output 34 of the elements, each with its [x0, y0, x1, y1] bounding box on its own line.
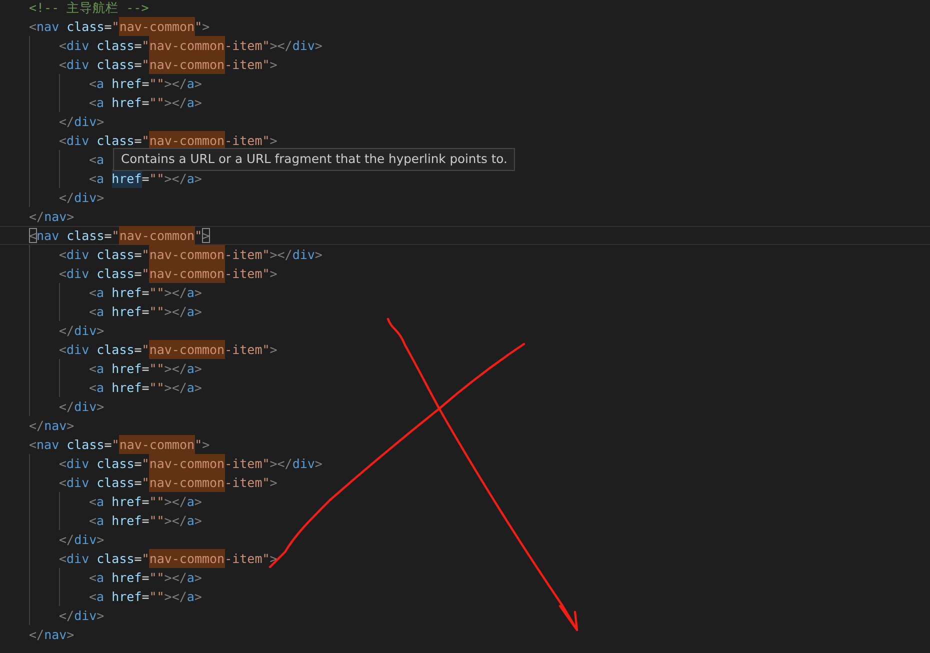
- code-line: </nav>: [29, 208, 74, 224]
- code-line: </div>: [59, 530, 104, 548]
- code-line: <nav class="nav-common">: [29, 18, 210, 34]
- code-line: <div class="nav-common-item">: [59, 550, 278, 566]
- code-line: </div>: [59, 606, 104, 624]
- code-line: <div class="nav-common-item">: [59, 340, 278, 358]
- code-line: <a href=""></a>: [89, 568, 202, 586]
- code-line: </div>: [59, 398, 104, 414]
- code-line: </div>: [59, 112, 104, 130]
- code-line: <a href=""></a>: [89, 302, 202, 320]
- code-line: <a href=""></a>: [89, 74, 202, 92]
- code-line: </nav>: [29, 416, 74, 434]
- code-line: <!-- 主导航栏 -->: [29, 0, 149, 16]
- code-line: <div class="nav-common-item">: [59, 56, 278, 72]
- code-line: <div class="nav-common-item">: [59, 132, 278, 148]
- code-line: <div class="nav-common-item">: [59, 474, 278, 490]
- code-line: <a href=""></a>: [89, 512, 202, 528]
- code-editor[interactable]: [0, 0, 930, 653]
- code-line: </div>: [59, 188, 104, 206]
- code-line: <div class="nav-common-item">: [59, 264, 278, 282]
- code-line: <a href=""></a>: [89, 360, 202, 376]
- code-line: <nav class="nav-common">: [29, 436, 210, 452]
- code-line: <div class="nav-common-item"></div>: [59, 454, 322, 472]
- code-line: <div class="nav-common-item"></div>: [59, 246, 322, 262]
- code-line: <a href=""></a>: [89, 378, 202, 396]
- code-line: <a href=""></a>: [89, 588, 202, 604]
- code-line: </nav>: [29, 626, 74, 642]
- code-line: <a href=""></a>: [89, 94, 202, 110]
- code-line: </div>: [59, 322, 104, 338]
- code-line: <a href=""></a>: [89, 284, 202, 300]
- code-line: <a href=""></a>: [89, 492, 202, 510]
- code-line: <a: [89, 150, 104, 168]
- tooltip: Contains a URL or a URL fragment that the hyperlink points to.: [113, 148, 516, 171]
- code-line: <div class="nav-common-item"></div>: [59, 36, 322, 54]
